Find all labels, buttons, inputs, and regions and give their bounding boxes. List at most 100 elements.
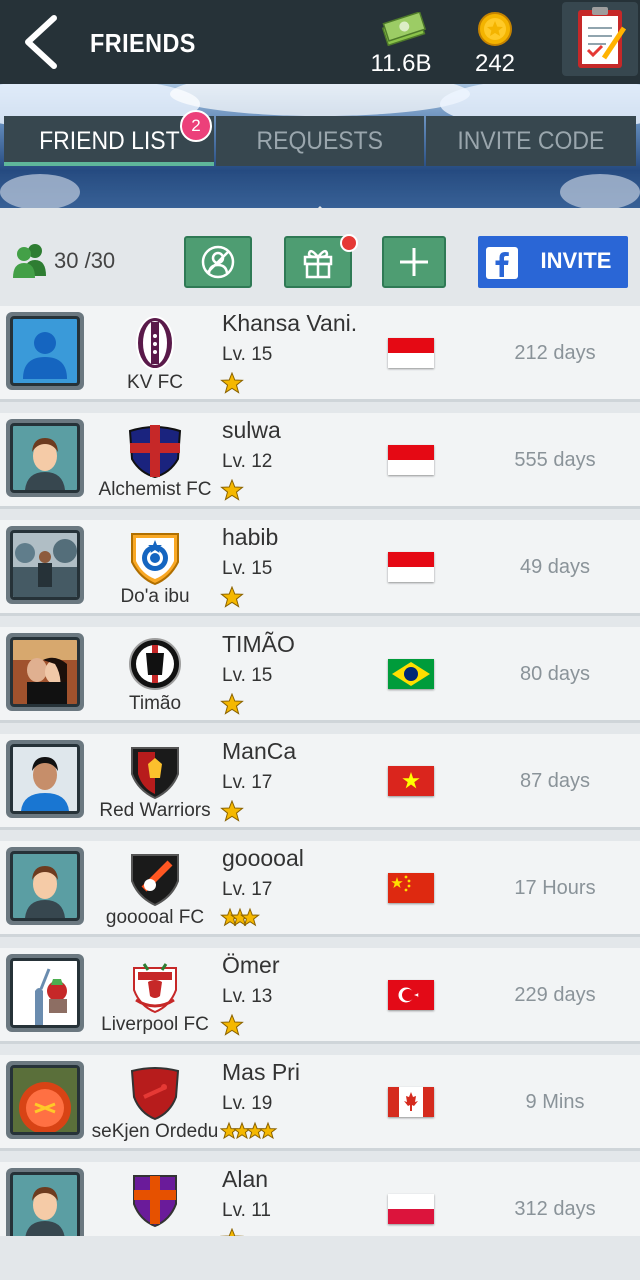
photo-avatar-icon: [13, 640, 77, 704]
friend-row[interactable]: Liverpool FC Ömer Lv. 13 229 days: [0, 948, 640, 1044]
avatar[interactable]: [6, 312, 84, 390]
friend-level: Lv. 15: [222, 344, 273, 365]
friend-row[interactable]: KV FC Khansa Vani. Lv. 15 212 days: [0, 306, 640, 402]
friend-level: Lv. 17: [222, 879, 273, 900]
indonesia-flag-icon: [388, 338, 434, 368]
friend-list-badge: 2: [180, 110, 212, 142]
friend-level: Lv. 15: [222, 665, 273, 686]
photo-avatar-icon: [13, 1068, 77, 1132]
china-flag-icon: [388, 873, 434, 903]
rating-stars-icon: [220, 693, 244, 715]
back-arrow-icon[interactable]: [18, 10, 66, 74]
last-active: 555 days: [514, 449, 596, 471]
friend-name: Alan: [222, 1166, 269, 1192]
club-crest-icon: [131, 854, 179, 907]
friends-count-icon: [13, 244, 46, 278]
coin-icon: [478, 12, 512, 46]
cash-icon: [381, 12, 426, 46]
block-friend-button[interactable]: [184, 236, 252, 288]
friend-name: ManCa: [222, 738, 297, 764]
facebook-icon: [486, 247, 518, 279]
tab-requests[interactable]: REQUESTS: [216, 116, 424, 166]
tab-invite-code[interactable]: INVITE CODE: [426, 116, 636, 166]
last-active: 229 days: [514, 984, 596, 1006]
friend-level: Lv. 13: [222, 986, 273, 1007]
indonesia-flag-icon: [388, 552, 434, 582]
rating-stars-icon: [220, 1014, 244, 1036]
club-name: Red Warriors: [99, 800, 211, 821]
friend-name: Khansa Vani.: [222, 310, 358, 336]
avatar[interactable]: [6, 419, 84, 497]
poland-flag-icon: [388, 1194, 434, 1224]
default-avatar-icon: [23, 332, 67, 379]
club-crest-icon: [131, 747, 179, 800]
friend-row[interactable]: Timão TIMÃO Lv. 15 80 days: [0, 627, 640, 723]
add-friend-button[interactable]: [382, 236, 446, 288]
rating-stars-icon: [220, 1121, 278, 1140]
club-crest-icon: [128, 425, 182, 479]
rating-stars-icon: [220, 372, 244, 394]
club-name: Liverpool FC: [101, 1014, 209, 1035]
friend-level: Lv. 12: [222, 451, 273, 472]
top-bar: FRIENDS 11.6B 242: [0, 0, 640, 84]
last-active: 212 days: [514, 342, 596, 364]
clipboard-icon: [578, 7, 627, 68]
plus-icon: [400, 248, 428, 276]
club-name: Timão: [128, 693, 182, 714]
avatar[interactable]: [6, 1168, 84, 1236]
tab-pointer: [308, 206, 332, 218]
club-crest-icon: [129, 638, 181, 690]
avatar[interactable]: [6, 1061, 84, 1139]
friend-row[interactable]: gooooal FC gooooal Lv. 17 17 Hours: [0, 841, 640, 937]
photo-avatar-icon: [13, 961, 77, 1025]
last-active: 87 days: [519, 770, 591, 792]
rating-stars-icon: [220, 586, 244, 608]
avatar[interactable]: [6, 954, 84, 1032]
rating-stars-icon: [220, 479, 244, 501]
photo-avatar-icon: [13, 533, 77, 597]
friends-list: KV FC Khansa Vani. Lv. 15 212 days Alche…: [0, 306, 640, 1236]
invite-label: INVITE: [540, 248, 612, 273]
friend-name: Ömer: [222, 952, 280, 978]
photo-avatar-icon: [13, 747, 77, 811]
club-crest-icon: [133, 963, 177, 1014]
page-title: FRIENDS: [90, 28, 196, 58]
friend-row[interactable]: Alchemist FC sulwa Lv. 12 555 days: [0, 413, 640, 509]
club-name: seKjen Ordedu: [91, 1121, 219, 1142]
friend-row[interactable]: Red Warriors ManCa Lv. 17 87 days: [0, 734, 640, 830]
club-crest-icon: [130, 1067, 180, 1121]
friend-level: Lv. 17: [222, 772, 273, 793]
avatar[interactable]: [6, 633, 84, 711]
club-name: KV FC: [127, 372, 183, 393]
avatar[interactable]: [6, 847, 84, 925]
rating-stars-icon: [220, 907, 260, 927]
cash-amount: 11.6B: [370, 50, 432, 77]
friend-name: habib: [222, 524, 279, 550]
avatar[interactable]: [6, 740, 84, 818]
face-avatar-icon: [25, 866, 65, 918]
club-crest-icon: [136, 316, 174, 370]
bottom-area: [0, 1236, 640, 1280]
vietnam-flag-icon: [388, 766, 434, 796]
tab-friend-list[interactable]: FRIEND LIST 2: [4, 110, 214, 166]
tab-bar: FRIEND LIST 2 REQUESTS INVITE CODE: [4, 110, 636, 166]
friend-row[interactable]: Alan Lv. 11 312 days: [0, 1162, 640, 1236]
face-avatar-icon: [25, 438, 65, 490]
friend-name: sulwa: [222, 417, 281, 443]
friend-row[interactable]: seKjen Ordedu Mas Pri Lv. 19 9 Mins: [0, 1055, 640, 1151]
friend-level: Lv. 11: [222, 1200, 271, 1221]
rating-stars-icon: [220, 800, 244, 822]
friend-row[interactable]: Do'a ibu habib Lv. 15 49 days: [0, 520, 640, 616]
friend-name: Mas Pri: [222, 1059, 300, 1085]
club-name: gooooal FC: [105, 907, 205, 928]
last-active: 80 days: [519, 663, 591, 685]
canada-flag-icon: [388, 1087, 434, 1117]
brazil-flag-icon: [388, 659, 434, 689]
person-block-icon: [201, 245, 235, 279]
clipboard-button[interactable]: [562, 2, 638, 76]
turkey-flag-icon: [388, 980, 434, 1010]
last-active: 49 days: [519, 556, 591, 578]
avatar[interactable]: [6, 526, 84, 604]
friend-level: Lv. 19: [222, 1093, 273, 1114]
facebook-invite-button[interactable]: INVITE: [478, 236, 628, 288]
